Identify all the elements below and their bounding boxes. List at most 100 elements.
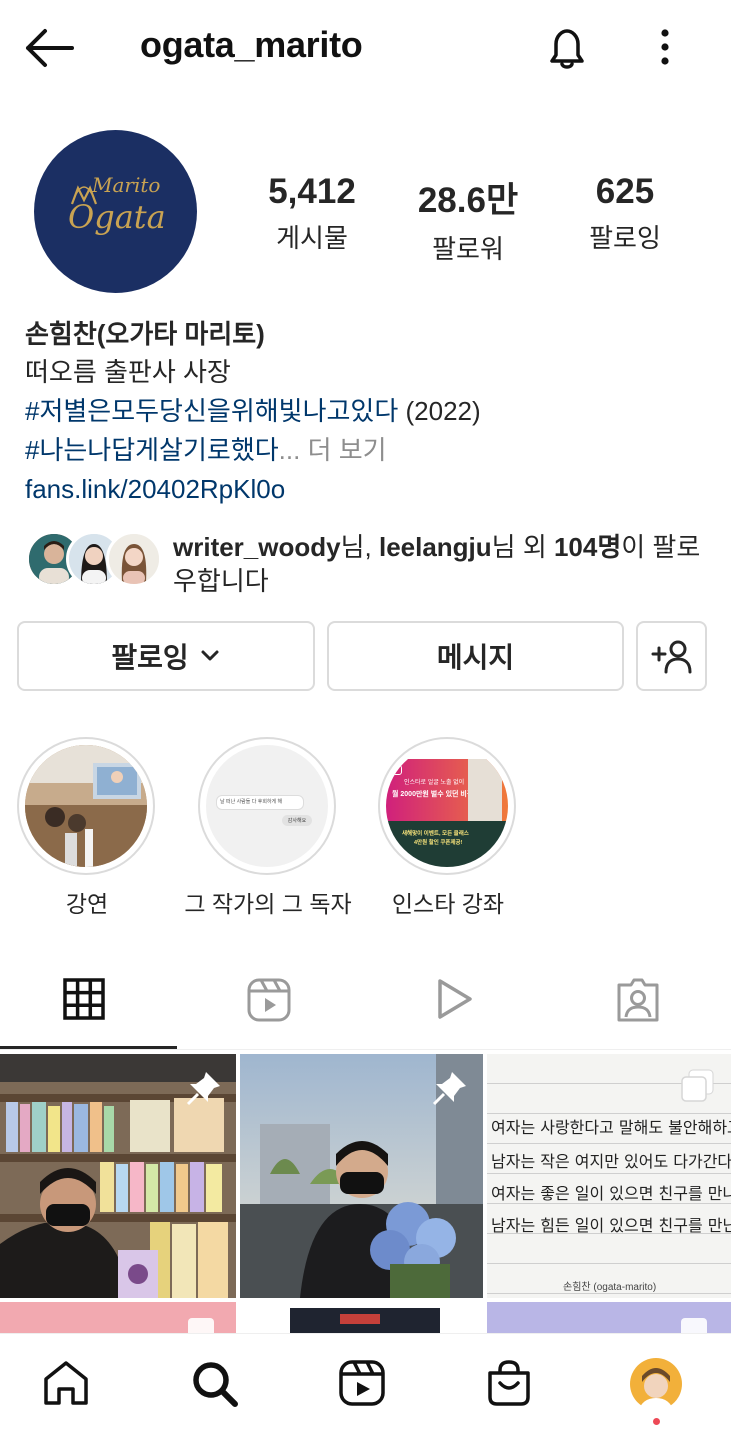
tab-videos[interactable] xyxy=(434,977,474,1021)
post-thumbnail[interactable] xyxy=(240,1302,483,1333)
following-label: 팔로잉 xyxy=(589,223,661,253)
svg-text:Ogata: Ogata xyxy=(68,198,166,236)
highlight-cover-image xyxy=(25,745,147,867)
hashtag-suffix: (2022) xyxy=(398,396,481,426)
back-button[interactable] xyxy=(24,28,76,68)
promo-bottom-1: 새해맞이 이벤트, 모든 클래스 xyxy=(402,831,469,837)
ellipsis: ... xyxy=(278,435,301,465)
nav-shop[interactable] xyxy=(486,1359,532,1407)
multiple-images-icon xyxy=(681,1318,707,1333)
multiple-images-icon xyxy=(188,1318,214,1333)
highlight-ring: 날 떠난 사람들 다 후회하게 해 감사해요 xyxy=(198,737,336,875)
avatar-logo: Marito Ogata xyxy=(68,173,166,236)
play-icon xyxy=(438,979,472,1019)
post-thumbnail[interactable] xyxy=(240,1054,483,1298)
text-segment: 님, xyxy=(340,532,379,562)
nav-home[interactable] xyxy=(42,1359,90,1407)
post-thumbnail[interactable] xyxy=(487,1302,731,1333)
following-count: 625 xyxy=(595,172,655,211)
mutual-followers-avatars[interactable] xyxy=(26,531,166,589)
message-button-label: 메시지 xyxy=(436,642,515,673)
pinned-icon xyxy=(432,1072,466,1106)
shopping-bag-icon xyxy=(488,1360,530,1406)
reels-icon xyxy=(247,978,291,1022)
nav-search[interactable] xyxy=(190,1359,240,1409)
person-photo xyxy=(468,759,502,821)
note-line: 여자는 사랑한다고 말해도 불안해하고 xyxy=(491,1118,731,1137)
chat-bubble: 날 떠난 사람들 다 후회하게 해 xyxy=(216,795,304,810)
hashtag-link[interactable]: #저별은모두당신을위해빛나고있다 xyxy=(25,396,398,426)
avatar xyxy=(106,531,162,587)
profile-name: 손힘찬(오가타 마리토) xyxy=(25,319,265,349)
post-thumbnail[interactable] xyxy=(0,1054,236,1298)
bio-hashtag-line-2: #나는나답게살기로했다... 더 보기 xyxy=(25,431,387,470)
profile-avatar[interactable]: Marito Ogata xyxy=(34,130,197,293)
bottom-navigation xyxy=(0,1333,731,1438)
tab-tagged[interactable] xyxy=(615,977,661,1023)
stat-following[interactable]: 625 팔로잉 xyxy=(550,172,700,255)
nav-reels[interactable] xyxy=(338,1359,386,1407)
more-options-button[interactable] xyxy=(650,28,680,68)
posts-count: 5,412 xyxy=(268,172,356,211)
highlight-label: 그 작가의 그 독자 xyxy=(184,891,352,917)
note-line: 여자는 좋은 일이 있으면 친구를 만나고 xyxy=(491,1184,731,1203)
post-thumbnail[interactable]: 여자는 사랑한다고 말해도 불안해하고 남자는 작은 여지만 있어도 다가간다.… xyxy=(487,1054,731,1298)
posts-label: 게시물 xyxy=(276,223,348,253)
chat-bubble: 감사해요 xyxy=(282,815,312,826)
highlight-cover-image: 날 떠난 사람들 다 후회하게 해 감사해요 xyxy=(206,745,328,867)
tab-grid[interactable] xyxy=(62,977,106,1021)
bell-icon xyxy=(550,29,584,69)
highlight-label: 강연 xyxy=(65,891,109,917)
profile-username: ogata_marito xyxy=(140,24,363,65)
text-segment: 님 외 xyxy=(491,532,554,562)
tabs-divider xyxy=(0,1049,731,1050)
highlight-cover-image: 인스타로 얼굴 노출 없이 월 2000만원 벌수 있던 비결 새해맞이 이벤트… xyxy=(386,745,508,867)
mutual-user-2: leelangju xyxy=(378,532,492,562)
highlight-lecture[interactable]: 강연 xyxy=(17,737,157,919)
home-icon xyxy=(44,1361,88,1405)
bio-hashtag-line-1: #저별은모두당신을위해빛나고있다 (2022) xyxy=(25,392,481,431)
nav-profile[interactable] xyxy=(628,1356,684,1412)
following-button-label: 팔로잉 xyxy=(111,642,189,673)
more-vertical-icon xyxy=(661,29,669,65)
highlight-readers[interactable]: 날 떠난 사람들 다 후회하게 해 감사해요 그 작가의 그 독자 xyxy=(184,737,352,919)
hashtag-link[interactable]: #나는나답게살기로했다 xyxy=(25,435,279,465)
note-line: 남자는 힘든 일이 있으면 친구를 만난다. xyxy=(491,1216,731,1235)
profile-link[interactable]: fans.link/20402RpKl0o xyxy=(25,470,285,509)
promo-bottom-2: 4만원 할인 쿠폰제공! xyxy=(414,840,463,846)
suggest-people-button[interactable] xyxy=(636,621,707,691)
note-signature: 손힘찬 (ogata-marito) xyxy=(563,1282,657,1293)
chevron-down-icon xyxy=(201,650,219,661)
see-more-link[interactable]: 더 보기 xyxy=(300,435,387,465)
search-icon xyxy=(193,1362,238,1407)
tagged-person-icon xyxy=(617,978,659,1022)
profile-avatar-thumbnail xyxy=(630,1358,682,1412)
notifications-button[interactable] xyxy=(544,25,590,71)
following-button[interactable]: 팔로잉 xyxy=(17,621,315,691)
mutual-user-1: writer_woody xyxy=(173,532,341,562)
stat-followers[interactable]: 28.6만 팔로워 xyxy=(393,172,543,266)
add-person-icon xyxy=(651,640,691,674)
instagram-icon xyxy=(392,765,402,775)
promo-header: 인스타로 얼굴 노출 없이 xyxy=(404,780,465,786)
message-button[interactable]: 메시지 xyxy=(327,621,624,691)
grid-icon xyxy=(63,978,105,1020)
post-thumbnail[interactable] xyxy=(0,1302,236,1333)
bio-text: 떠오름 출판사 사장 xyxy=(25,357,231,387)
notification-dot xyxy=(653,1418,660,1425)
reels-icon xyxy=(339,1360,385,1406)
followers-label: 팔로워 xyxy=(432,234,504,264)
followers-count: 28.6만 xyxy=(417,181,519,220)
promo-main: 월 2000만원 벌수 있던 비결 xyxy=(392,791,474,798)
tab-reels[interactable] xyxy=(246,977,292,1023)
multiple-images-icon xyxy=(681,1069,714,1102)
highlight-label: 인스타 강좌 xyxy=(391,891,505,917)
mutual-followers-text[interactable]: writer_woody님, leelangju님 외 104명이 팔로우합니다 xyxy=(173,530,703,598)
pinned-icon xyxy=(186,1072,220,1106)
stat-posts[interactable]: 5,412 게시물 xyxy=(237,172,387,255)
highlight-insta-class[interactable]: 인스타로 얼굴 노출 없이 월 2000만원 벌수 있던 비결 새해맞이 이벤트… xyxy=(378,737,518,919)
mutual-count: 104명 xyxy=(553,532,622,562)
note-line: 남자는 작은 여지만 있어도 다가간다. xyxy=(491,1152,731,1171)
highlight-ring: 인스타로 얼굴 노출 없이 월 2000만원 벌수 있던 비결 새해맞이 이벤트… xyxy=(378,737,516,875)
svg-text:Marito: Marito xyxy=(91,173,160,197)
